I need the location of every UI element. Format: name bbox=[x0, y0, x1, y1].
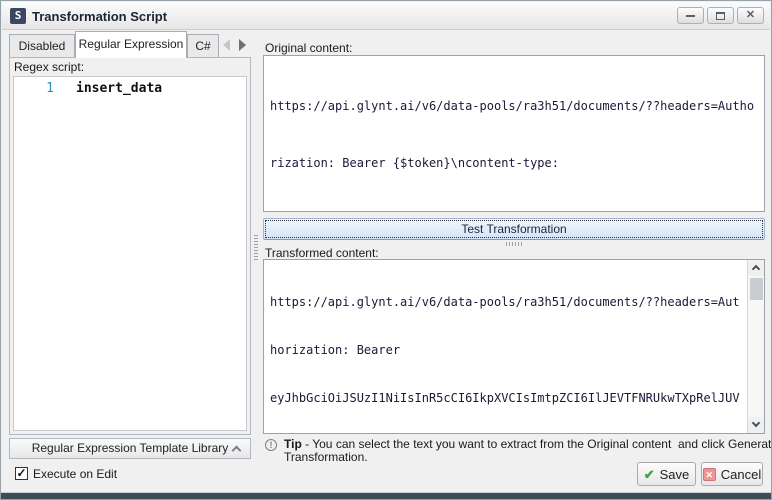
app-icon: S bbox=[10, 8, 26, 24]
line-number: 1 bbox=[38, 81, 54, 96]
content-line: horization: Bearer bbox=[270, 342, 741, 358]
transformed-content-textarea[interactable]: https://api.glynt.ai/v6/data-pools/ra3h5… bbox=[263, 259, 765, 434]
tip-text-line2: Transformation. bbox=[284, 451, 368, 464]
save-label: Save bbox=[660, 467, 690, 482]
close-button[interactable]: ✕ bbox=[737, 7, 764, 24]
title-bar[interactable]: S Transformation Script ✕ bbox=[2, 2, 770, 30]
template-library-expander[interactable]: Regular Expression Template Library bbox=[9, 438, 251, 459]
scroll-down-button[interactable] bbox=[748, 417, 765, 433]
maximize-button[interactable] bbox=[707, 7, 734, 24]
original-content-textarea[interactable]: https://api.glynt.ai/v6/data-pools/ra3h5… bbox=[263, 55, 765, 212]
tip-title: Tip bbox=[284, 437, 302, 451]
cancel-label: Cancel bbox=[721, 467, 761, 482]
transformed-content-label: Transformed content: bbox=[265, 246, 379, 260]
red-x-icon: ✕ bbox=[703, 468, 716, 481]
original-content-label: Original content: bbox=[265, 41, 352, 55]
tab-regular-expression[interactable]: Regular Expression bbox=[75, 31, 187, 58]
scroll-up-button[interactable] bbox=[748, 260, 765, 276]
maximize-icon bbox=[716, 12, 725, 20]
splitter-handle[interactable] bbox=[506, 242, 524, 246]
execute-on-edit-checkbox[interactable]: ✓ bbox=[15, 467, 28, 480]
chevron-up-icon bbox=[232, 446, 242, 456]
chevron-down-icon bbox=[752, 419, 760, 427]
window-title: Transformation Script bbox=[32, 9, 167, 24]
tab-disabled[interactable]: Disabled bbox=[9, 34, 75, 57]
content-line: https://api.glynt.ai/v6/data-pools/ra3h5… bbox=[270, 294, 741, 310]
test-transformation-button[interactable]: Test Transformation bbox=[263, 218, 765, 240]
save-button[interactable]: ✔ Save bbox=[637, 462, 696, 486]
panel-splitter-handle[interactable] bbox=[254, 234, 258, 260]
scroll-thumb[interactable] bbox=[750, 278, 763, 300]
content-line: eyJhbGciOiJSUzI1NiIsInR5cCI6IkpXVCIsImtp… bbox=[270, 390, 741, 406]
regex-script-editor[interactable]: 1 insert_data bbox=[13, 76, 247, 431]
template-library-label: Regular Expression Template Library bbox=[32, 441, 229, 455]
tab-scroll-left-icon[interactable] bbox=[223, 39, 230, 51]
tab-csharp[interactable]: C# bbox=[187, 34, 219, 57]
chevron-up-icon bbox=[752, 265, 760, 273]
content-line: https://api.glynt.ai/v6/data-pools/ra3h5… bbox=[270, 97, 758, 116]
execute-on-edit-label: Execute on Edit bbox=[33, 467, 117, 481]
cancel-button[interactable]: ✕ Cancel bbox=[701, 462, 763, 486]
info-icon: ! bbox=[265, 439, 277, 451]
content-line: application/json??post={"label":"sample_… bbox=[270, 211, 758, 212]
regex-script-panel: Regex script: 1 insert_data bbox=[9, 57, 251, 435]
code-text: insert_data bbox=[76, 81, 162, 96]
tab-scroll-right-icon[interactable] bbox=[239, 39, 246, 51]
vertical-scrollbar[interactable] bbox=[747, 260, 764, 433]
window-bottom-edge bbox=[1, 493, 771, 499]
minimize-button[interactable] bbox=[677, 7, 704, 24]
transformation-script-dialog: S Transformation Script ✕ Disabled Regul… bbox=[0, 0, 772, 500]
regex-script-label: Regex script: bbox=[14, 60, 84, 74]
check-icon: ✔ bbox=[644, 468, 655, 481]
close-icon: ✕ bbox=[746, 10, 755, 21]
minimize-icon bbox=[686, 15, 695, 17]
content-line: rization: Bearer {$token}\ncontent-type: bbox=[270, 154, 758, 173]
